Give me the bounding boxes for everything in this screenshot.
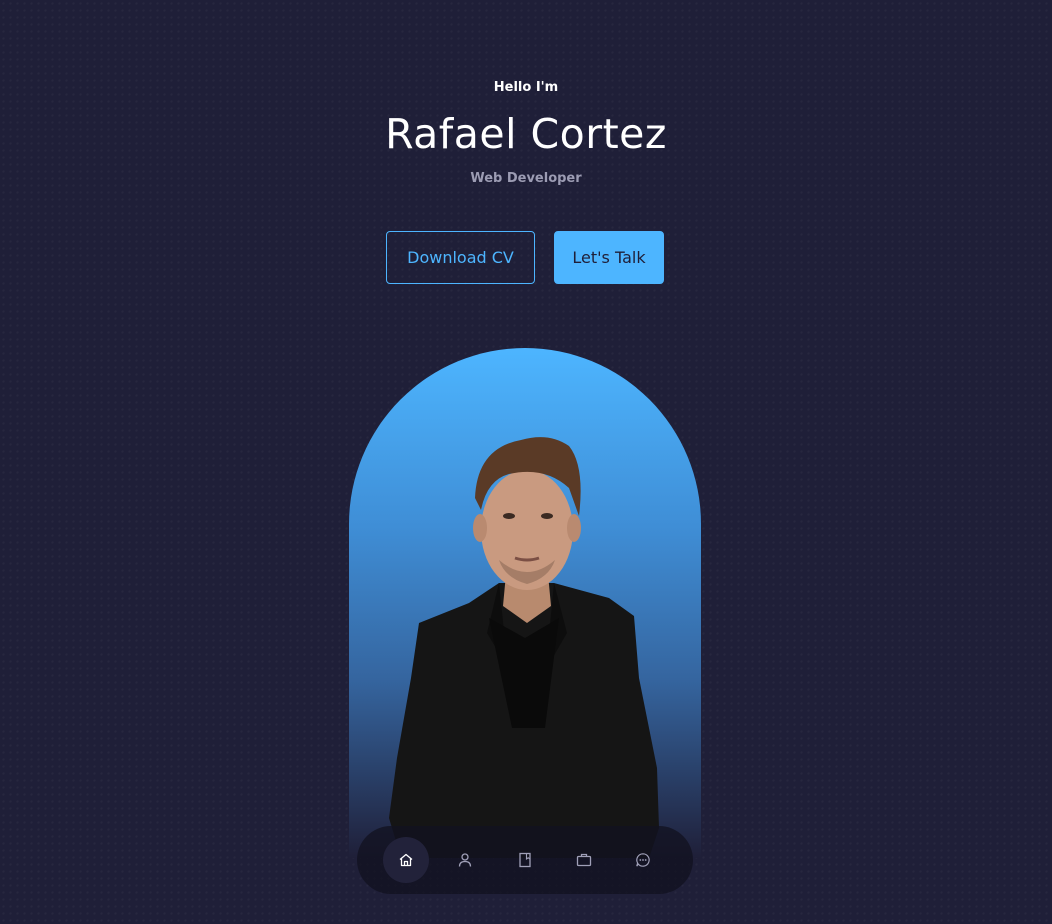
nav-about[interactable] [442, 837, 488, 883]
nav-contact[interactable] [620, 837, 666, 883]
book-icon [519, 852, 531, 868]
bottom-navigation [357, 826, 693, 894]
download-cv-button[interactable]: Download CV [386, 231, 535, 284]
hero-name: Rafael Cortez [385, 110, 667, 158]
nav-experience[interactable] [502, 837, 548, 883]
user-icon [458, 853, 472, 867]
nav-home[interactable] [383, 837, 429, 883]
briefcase-icon [576, 853, 592, 867]
home-icon [399, 853, 413, 867]
nav-portfolio[interactable] [561, 837, 607, 883]
profile-photo-figure [389, 437, 659, 858]
hero-role: Web Developer [470, 171, 582, 186]
greeting-text: Hello I'm [493, 80, 559, 95]
lets-talk-button[interactable]: Let's Talk [554, 231, 664, 284]
chat-icon [636, 853, 650, 867]
profile-photo [349, 348, 701, 858]
